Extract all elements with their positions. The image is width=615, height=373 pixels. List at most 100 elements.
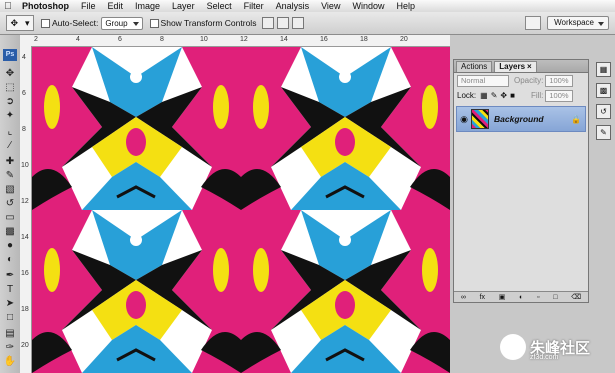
menu-filter[interactable]: Filter bbox=[238, 0, 270, 12]
adjustment-layer-icon[interactable]: ◐ bbox=[519, 294, 523, 301]
opacity-label: Opacity: bbox=[514, 76, 544, 85]
menu-layer[interactable]: Layer bbox=[166, 0, 201, 12]
toolbox: Ps ✥ ⬚ ➲ ✦ ⌞ ∕ ✚ ✎ ▧ ↺ ▭ ▩ ● ◐ ✒ T ➤ □ ▤… bbox=[0, 35, 21, 373]
apple-icon[interactable]:  bbox=[0, 1, 16, 12]
move-icon[interactable]: ✥ bbox=[3, 67, 17, 81]
ruler-tick-label: 16 bbox=[21, 270, 29, 277]
layers-panel-footer: ∞ fx ▣ ◐ ▫ □ ⌫ bbox=[454, 291, 588, 302]
link-layers-icon[interactable]: ∞ bbox=[461, 294, 466, 301]
ruler-tick-label: 4 bbox=[22, 54, 26, 61]
ruler-tick-label: 18 bbox=[21, 306, 29, 313]
layer-mask-icon[interactable]: ▣ bbox=[499, 293, 506, 301]
close-icon[interactable]: × bbox=[527, 62, 532, 71]
align-top-icon[interactable] bbox=[262, 17, 275, 29]
chevron-down-icon: ▾ bbox=[24, 17, 30, 28]
align-buttons bbox=[262, 17, 307, 29]
ruler-tick-label: 14 bbox=[280, 36, 288, 43]
color-icon[interactable]: ▩ bbox=[596, 83, 611, 98]
menu-image[interactable]: Image bbox=[129, 0, 166, 12]
bridge-icon[interactable] bbox=[525, 16, 542, 30]
layers-panel: Actions Layers × Normal Opacity: 100% Loc… bbox=[453, 59, 589, 303]
menu-window[interactable]: Window bbox=[346, 0, 390, 12]
auto-select-checkbox[interactable] bbox=[41, 18, 50, 28]
crop-icon[interactable]: ⌞ bbox=[3, 125, 17, 139]
navigator-icon[interactable]: ▦ bbox=[596, 62, 611, 77]
tab-actions[interactable]: Actions bbox=[456, 61, 493, 72]
lock-row: Lock: ▦ ✎ ✥ ■ Fill: 100% bbox=[454, 88, 588, 103]
hand-icon[interactable]: ✋ bbox=[3, 355, 17, 369]
move-tool-icon: ✥ bbox=[10, 17, 19, 28]
blur-icon[interactable]: ● bbox=[3, 239, 17, 253]
menu-edit[interactable]: Edit bbox=[102, 0, 130, 12]
ruler-tick-label: 4 bbox=[76, 36, 80, 43]
gradient-icon[interactable]: ▩ bbox=[3, 225, 17, 239]
tab-layers-label: Layers bbox=[499, 62, 526, 71]
ruler-tick-label: 10 bbox=[21, 162, 29, 169]
auto-select-label: Auto-Select: bbox=[52, 18, 99, 28]
lock-image-icon[interactable]: ✎ bbox=[491, 91, 498, 100]
ruler-tick-label: 8 bbox=[22, 126, 26, 133]
marquee-icon[interactable]: ⬚ bbox=[3, 81, 17, 95]
lock-all-icon[interactable]: ■ bbox=[510, 91, 515, 100]
ruler-tick-label: 14 bbox=[21, 234, 29, 241]
tab-layers[interactable]: Layers × bbox=[494, 61, 537, 72]
show-transform-checkbox[interactable] bbox=[149, 18, 159, 28]
lasso-icon[interactable]: ➲ bbox=[3, 95, 17, 109]
slice-icon[interactable]: ∕ bbox=[3, 139, 17, 153]
menu-help[interactable]: Help bbox=[390, 0, 421, 12]
new-group-icon[interactable]: ▫ bbox=[537, 294, 539, 301]
notes-icon[interactable]: ▤ bbox=[3, 327, 17, 341]
ruler-tick-label: 16 bbox=[320, 36, 328, 43]
layer-thumbnail bbox=[471, 109, 489, 129]
ruler-tick-label: 12 bbox=[21, 198, 29, 205]
ruler-tick-label: 20 bbox=[21, 342, 29, 349]
opacity-field[interactable]: 100% bbox=[545, 74, 573, 87]
tool-preset-picker[interactable]: ✥ ▾ bbox=[6, 15, 34, 31]
clone-stamp-icon[interactable]: ▧ bbox=[3, 183, 17, 197]
layer-row-background[interactable]: ◉ Background 🔒 bbox=[456, 106, 586, 132]
type-icon[interactable]: T bbox=[3, 283, 17, 297]
document-canvas[interactable] bbox=[32, 47, 450, 373]
history-icon[interactable]: ↺ bbox=[596, 104, 611, 119]
shape-icon[interactable]: □ bbox=[3, 311, 17, 325]
healing-icon[interactable]: ✚ bbox=[3, 155, 17, 169]
fill-label: Fill: bbox=[530, 91, 544, 100]
layer-style-icon[interactable]: fx bbox=[480, 294, 485, 301]
eye-icon[interactable]: ◉ bbox=[457, 114, 471, 125]
menu-analysis[interactable]: Analysis bbox=[270, 0, 316, 12]
pen-icon[interactable]: ✒ bbox=[3, 269, 17, 283]
eraser-icon[interactable]: ▭ bbox=[3, 211, 17, 225]
workspace-dropdown[interactable]: Workspace bbox=[547, 16, 609, 30]
new-layer-icon[interactable]: □ bbox=[553, 294, 557, 301]
trash-icon[interactable]: ⌫ bbox=[571, 293, 581, 301]
ps-logo: Ps bbox=[3, 49, 17, 61]
watermark: 朱峰社区 bbox=[500, 327, 612, 367]
menu-view[interactable]: View bbox=[315, 0, 346, 12]
workspace-area: Workspace bbox=[525, 16, 609, 30]
lock-position-icon[interactable]: ✥ bbox=[500, 91, 507, 100]
menu-select[interactable]: Select bbox=[201, 0, 238, 12]
dodge-icon[interactable]: ◐ bbox=[3, 253, 17, 267]
options-bar: ✥ ▾ Auto-Select: Group Show Transform Co… bbox=[0, 12, 615, 35]
ruler-vertical: 4 6 8 10 12 14 16 18 20 bbox=[20, 46, 32, 373]
lock-label: Lock: bbox=[457, 91, 477, 100]
lock-transparency-icon[interactable]: ▦ bbox=[480, 91, 488, 100]
magic-wand-icon[interactable]: ✦ bbox=[3, 109, 17, 123]
ruler-tick-label: 10 bbox=[200, 36, 208, 43]
history-brush-icon[interactable]: ↺ bbox=[3, 197, 17, 211]
align-bottom-icon[interactable] bbox=[292, 17, 305, 29]
auto-select-dropdown[interactable]: Group bbox=[101, 16, 143, 30]
brushes-icon[interactable]: ✎ bbox=[596, 125, 611, 140]
ruler-tick-label: 12 bbox=[240, 36, 248, 43]
brush-icon[interactable]: ✎ bbox=[3, 169, 17, 183]
blend-mode-dropdown[interactable]: Normal bbox=[457, 74, 509, 87]
align-middle-icon[interactable] bbox=[277, 17, 290, 29]
menu-app-name[interactable]: Photoshop bbox=[16, 0, 75, 12]
eyedropper-icon[interactable]: ✑ bbox=[3, 341, 17, 355]
menu-file[interactable]: File bbox=[75, 0, 102, 12]
fill-field[interactable]: 100% bbox=[545, 89, 573, 102]
show-transform-label: Show Transform Controls bbox=[160, 18, 257, 28]
path-select-icon[interactable]: ➤ bbox=[3, 297, 17, 311]
lock-icon: 🔒 bbox=[571, 114, 581, 124]
ruler-tick-label: 6 bbox=[22, 90, 26, 97]
